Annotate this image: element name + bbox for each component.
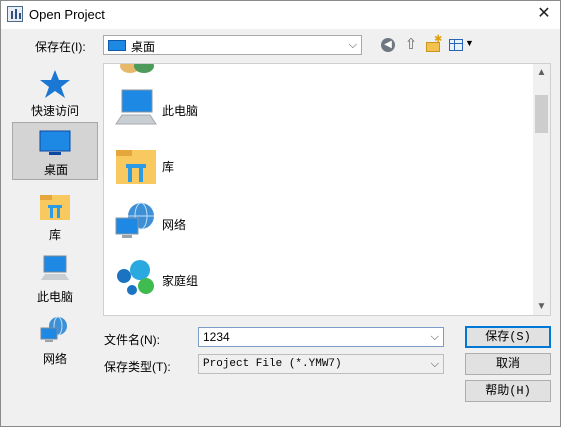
up-folder-button[interactable]: ⇧ — [402, 36, 420, 54]
view-menu-button[interactable]: ▼ — [448, 36, 474, 54]
desktop-icon — [39, 130, 71, 155]
save-button[interactable]: 保存(S) — [465, 326, 551, 348]
place-label: 网络 — [42, 352, 67, 366]
title-bar: Open Project ✕ — [1, 1, 560, 29]
place-desktop[interactable]: 桌面 — [12, 122, 98, 180]
partial-user-icon — [120, 64, 154, 73]
network-icon — [115, 202, 154, 238]
lookin-label: 保存在(I): — [35, 40, 86, 54]
star-icon — [40, 70, 70, 98]
list-item-label: 此电脑 — [162, 104, 199, 118]
place-library[interactable]: 库 — [12, 188, 98, 246]
filename-label: 文件名(N): — [104, 333, 160, 347]
filetype-value: Project File (*.YMW7) — [203, 358, 342, 370]
chevron-down-icon[interactable]: ⌵ — [431, 328, 439, 346]
file-list[interactable]: 此电脑 库 网络 家庭组 ▲ ▼ — [103, 63, 551, 316]
dropdown-arrow-icon: ▼ — [465, 38, 474, 48]
place-label: 桌面 — [43, 163, 68, 177]
places-bar: 快速访问 桌面 库 此电脑 网络 — [8, 64, 98, 419]
lookin-dropdown[interactable]: 桌面 ⌵ — [103, 35, 362, 55]
chevron-down-icon: ⌵ — [430, 358, 439, 370]
scroll-up-arrow-icon[interactable]: ▲ — [533, 64, 550, 81]
filetype-label: 保存类型(T): — [104, 360, 171, 374]
place-network[interactable]: 网络 — [12, 312, 98, 370]
back-arrow-icon: ◀ — [381, 38, 395, 52]
up-arrow-icon: ⇧ — [404, 36, 418, 53]
desktop-icon — [108, 40, 126, 51]
filetype-dropdown[interactable]: Project File (*.YMW7) ⌵ — [198, 354, 444, 374]
homegroup-icon — [117, 260, 154, 295]
list-item[interactable]: 库 — [110, 144, 410, 188]
scroll-thumb[interactable] — [535, 95, 548, 133]
list-item-label: 家庭组 — [162, 274, 199, 288]
place-label: 快速访问 — [30, 104, 79, 118]
computer-icon — [115, 89, 157, 125]
app-icon — [7, 6, 23, 22]
lookin-value: 桌面 — [131, 40, 156, 54]
sparkle-icon: ✱ — [434, 34, 443, 45]
new-folder-button[interactable]: ✱ — [424, 34, 443, 54]
filename-input[interactable]: 1234 ⌵ — [198, 327, 444, 347]
place-label: 此电脑 — [36, 290, 73, 304]
close-icon[interactable]: ✕ — [534, 4, 554, 24]
computer-icon — [41, 255, 69, 280]
place-label: 库 — [48, 228, 61, 242]
view-grid-icon — [449, 39, 463, 51]
list-item[interactable]: 家庭组 — [110, 258, 410, 302]
filename-value: 1234 — [203, 330, 230, 344]
list-item[interactable]: 网络 — [110, 202, 410, 246]
library-icon — [116, 150, 156, 184]
chevron-down-icon: ⌵ — [348, 39, 357, 51]
list-item[interactable]: 此电脑 — [110, 88, 410, 132]
network-icon — [40, 316, 67, 342]
file-list-scrollbar[interactable]: ▲ ▼ — [533, 64, 550, 315]
place-quick-access[interactable]: 快速访问 — [12, 64, 98, 122]
scroll-down-arrow-icon[interactable]: ▼ — [533, 298, 550, 315]
cancel-button[interactable]: 取消 — [465, 353, 551, 375]
window-title: Open Project — [29, 7, 105, 22]
list-item-label: 网络 — [162, 218, 187, 232]
help-button[interactable]: 帮助(H) — [465, 380, 551, 402]
library-icon — [40, 195, 70, 220]
list-item-label: 库 — [162, 160, 175, 174]
back-button[interactable]: ◀ — [379, 36, 397, 54]
place-this-pc[interactable]: 此电脑 — [12, 250, 98, 308]
open-project-dialog: Open Project ✕ 保存在(I): 桌面 ⌵ ◀ ⇧ ✱ ▼ 快速访问… — [0, 0, 561, 427]
